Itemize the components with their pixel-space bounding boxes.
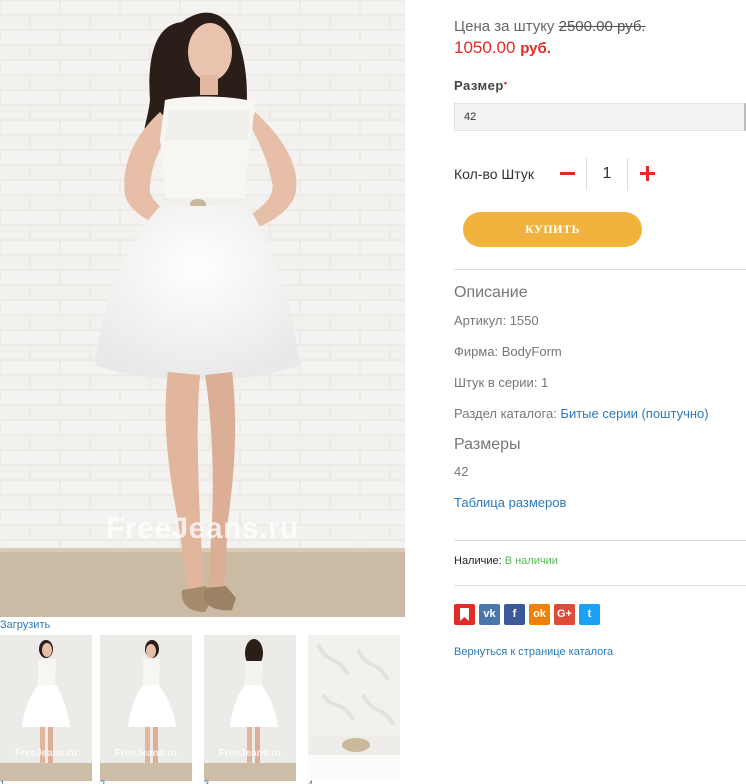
- twitter-icon[interactable]: t: [579, 604, 600, 625]
- thumbnail-number[interactable]: 2: [100, 779, 105, 784]
- size-label: Размер•: [454, 78, 507, 93]
- catalog-section-link[interactable]: Битые серии (поштучно): [560, 406, 708, 421]
- price-line: Цена за штуку 2500.00 руб.: [454, 18, 646, 35]
- minus-icon[interactable]: [558, 163, 576, 185]
- facebook-icon[interactable]: f: [504, 604, 525, 625]
- photo-watermark: FreeJeans.ru: [106, 512, 299, 545]
- product-page: FreeJeans.ru Загрузить FreeJeans.ru Free…: [0, 0, 746, 784]
- thumbnail-number[interactable]: 3: [204, 779, 209, 784]
- thumbnail-number[interactable]: 1: [0, 779, 5, 784]
- thumbnail-strip: FreeJeans.ru FreeJeans.ru FreeJeans.ru 1…: [0, 635, 405, 784]
- vk-icon[interactable]: vk: [479, 604, 500, 625]
- thumbnail-image: [100, 635, 192, 781]
- plus-icon[interactable]: [638, 163, 658, 185]
- description-title: Описание: [454, 284, 528, 301]
- availability: Наличие: В наличии: [454, 555, 558, 567]
- odnoklassniki-icon[interactable]: ok: [529, 604, 550, 625]
- new-price-value: 1050.00: [454, 38, 516, 57]
- thumbnail-4[interactable]: [308, 635, 400, 781]
- new-price-currency: руб.: [520, 40, 551, 57]
- availability-status: В наличии: [504, 555, 558, 567]
- thumbnail-1[interactable]: FreeJeans.ru: [0, 635, 92, 781]
- pieces-in-series: Штук в серии: 1: [454, 375, 549, 390]
- availability-label: Наличие:: [454, 555, 502, 567]
- upload-link[interactable]: Загрузить: [0, 619, 50, 631]
- article-number: Артикул: 1550: [454, 313, 539, 328]
- back-to-catalog-link[interactable]: Вернуться к странице каталога: [454, 646, 613, 658]
- thumbnail-image: [0, 635, 92, 781]
- new-price: 1050.00 руб.: [454, 38, 551, 58]
- catalog-section-label: Раздел каталога:: [454, 406, 557, 421]
- size-label-text: Размер: [454, 78, 504, 93]
- main-product-photo[interactable]: FreeJeans.ru: [0, 0, 405, 617]
- old-price: 2500.00 руб.: [558, 18, 646, 35]
- divider: [454, 540, 746, 541]
- quantity-label: Кол-во Штук: [454, 166, 534, 182]
- price-label: Цена за штуку: [454, 18, 555, 35]
- thumbnail-2[interactable]: FreeJeans.ru: [100, 635, 192, 781]
- catalog-section: Раздел каталога: Битые серии (поштучно): [454, 406, 709, 421]
- sizes-value: 42: [454, 464, 469, 479]
- required-mark: •: [503, 78, 508, 88]
- thumbnail-number[interactable]: 4: [308, 779, 313, 784]
- thumbnail-watermark: FreeJeans.ru: [218, 748, 282, 759]
- size-table-link[interactable]: Таблица размеров: [454, 495, 566, 510]
- thumbnail-watermark: FreeJeans.ru: [114, 748, 178, 759]
- brand: Фирма: BodyForm: [454, 344, 562, 359]
- thumbnail-3[interactable]: FreeJeans.ru: [204, 635, 296, 781]
- size-select[interactable]: 42: [454, 103, 746, 131]
- buy-button[interactable]: КУПИТЬ: [463, 212, 642, 247]
- bookmark-icon[interactable]: [454, 604, 475, 625]
- divider: [454, 269, 746, 270]
- thumbnail-image: [204, 635, 296, 781]
- thumbnail-watermark: FreeJeans.ru: [14, 748, 78, 759]
- thumbnail-image: [308, 635, 400, 781]
- quantity-input[interactable]: 1: [586, 158, 628, 190]
- google-plus-icon[interactable]: G+: [554, 604, 575, 625]
- sizes-title: Размеры: [454, 436, 521, 453]
- divider: [454, 585, 746, 586]
